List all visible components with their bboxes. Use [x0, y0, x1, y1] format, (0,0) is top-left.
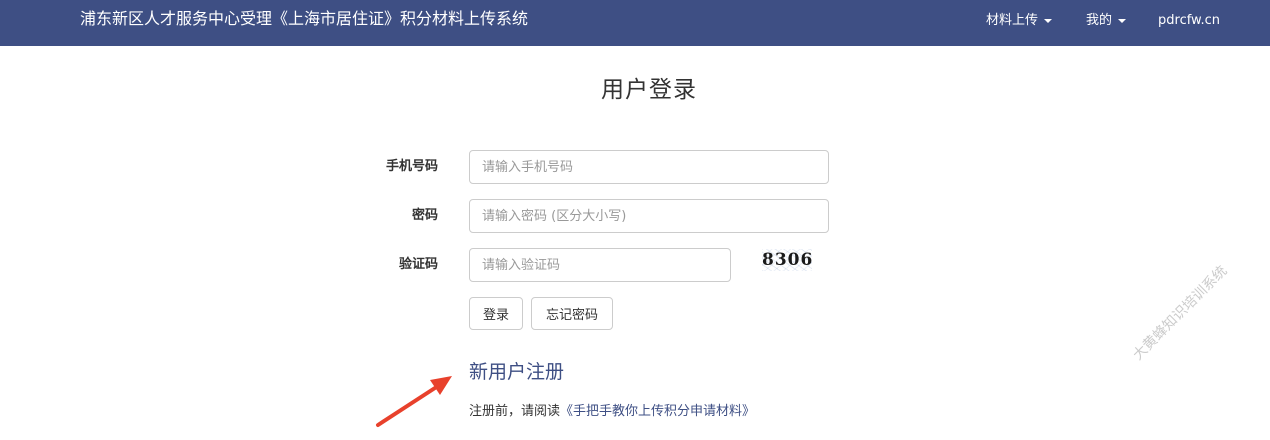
- top-navbar: 浦东新区人才服务中心受理《上海市居住证》积分材料上传系统 材料上传 我的 pdr…: [0, 0, 1270, 46]
- caret-down-icon: [1118, 18, 1127, 23]
- site-title[interactable]: 浦东新区人才服务中心受理《上海市居住证》积分材料上传系统: [80, 0, 528, 40]
- phone-label: 手机号码: [385, 159, 438, 174]
- captcha-label: 验证码: [398, 257, 438, 272]
- phone-input[interactable]: [469, 150, 829, 184]
- nav-site-link[interactable]: pdrcfw.cn: [1158, 0, 1220, 42]
- page-title: 用户登录: [601, 77, 697, 103]
- notice-prefix: 注册前，请阅读: [469, 404, 561, 419]
- nav-materials-upload-label: 材料上传: [986, 13, 1039, 28]
- captcha-input[interactable]: [469, 248, 731, 282]
- caret-down-icon: [1044, 18, 1053, 23]
- nav-mine-menu[interactable]: 我的: [1086, 0, 1127, 42]
- forgot-password-button[interactable]: 忘记密码: [531, 297, 613, 330]
- login-button[interactable]: 登录: [469, 297, 523, 330]
- nav-materials-upload-menu[interactable]: 材料上传: [986, 0, 1053, 42]
- watermark: 大黄蜂知识培训系统: [1130, 263, 1231, 364]
- nav-mine-label: 我的: [1086, 13, 1113, 28]
- red-arrow-icon: [376, 376, 452, 427]
- password-input[interactable]: [469, 199, 829, 233]
- password-label: 密码: [411, 208, 438, 223]
- captcha-image[interactable]: 8306: [762, 249, 812, 271]
- new-user-register-link[interactable]: 新用户注册: [469, 357, 564, 384]
- upload-guide-link[interactable]: 《手把手教你上传积分申请材料》: [560, 404, 755, 419]
- register-notice: 注册前，请阅读《手把手教你上传积分申请材料》: [469, 400, 755, 419]
